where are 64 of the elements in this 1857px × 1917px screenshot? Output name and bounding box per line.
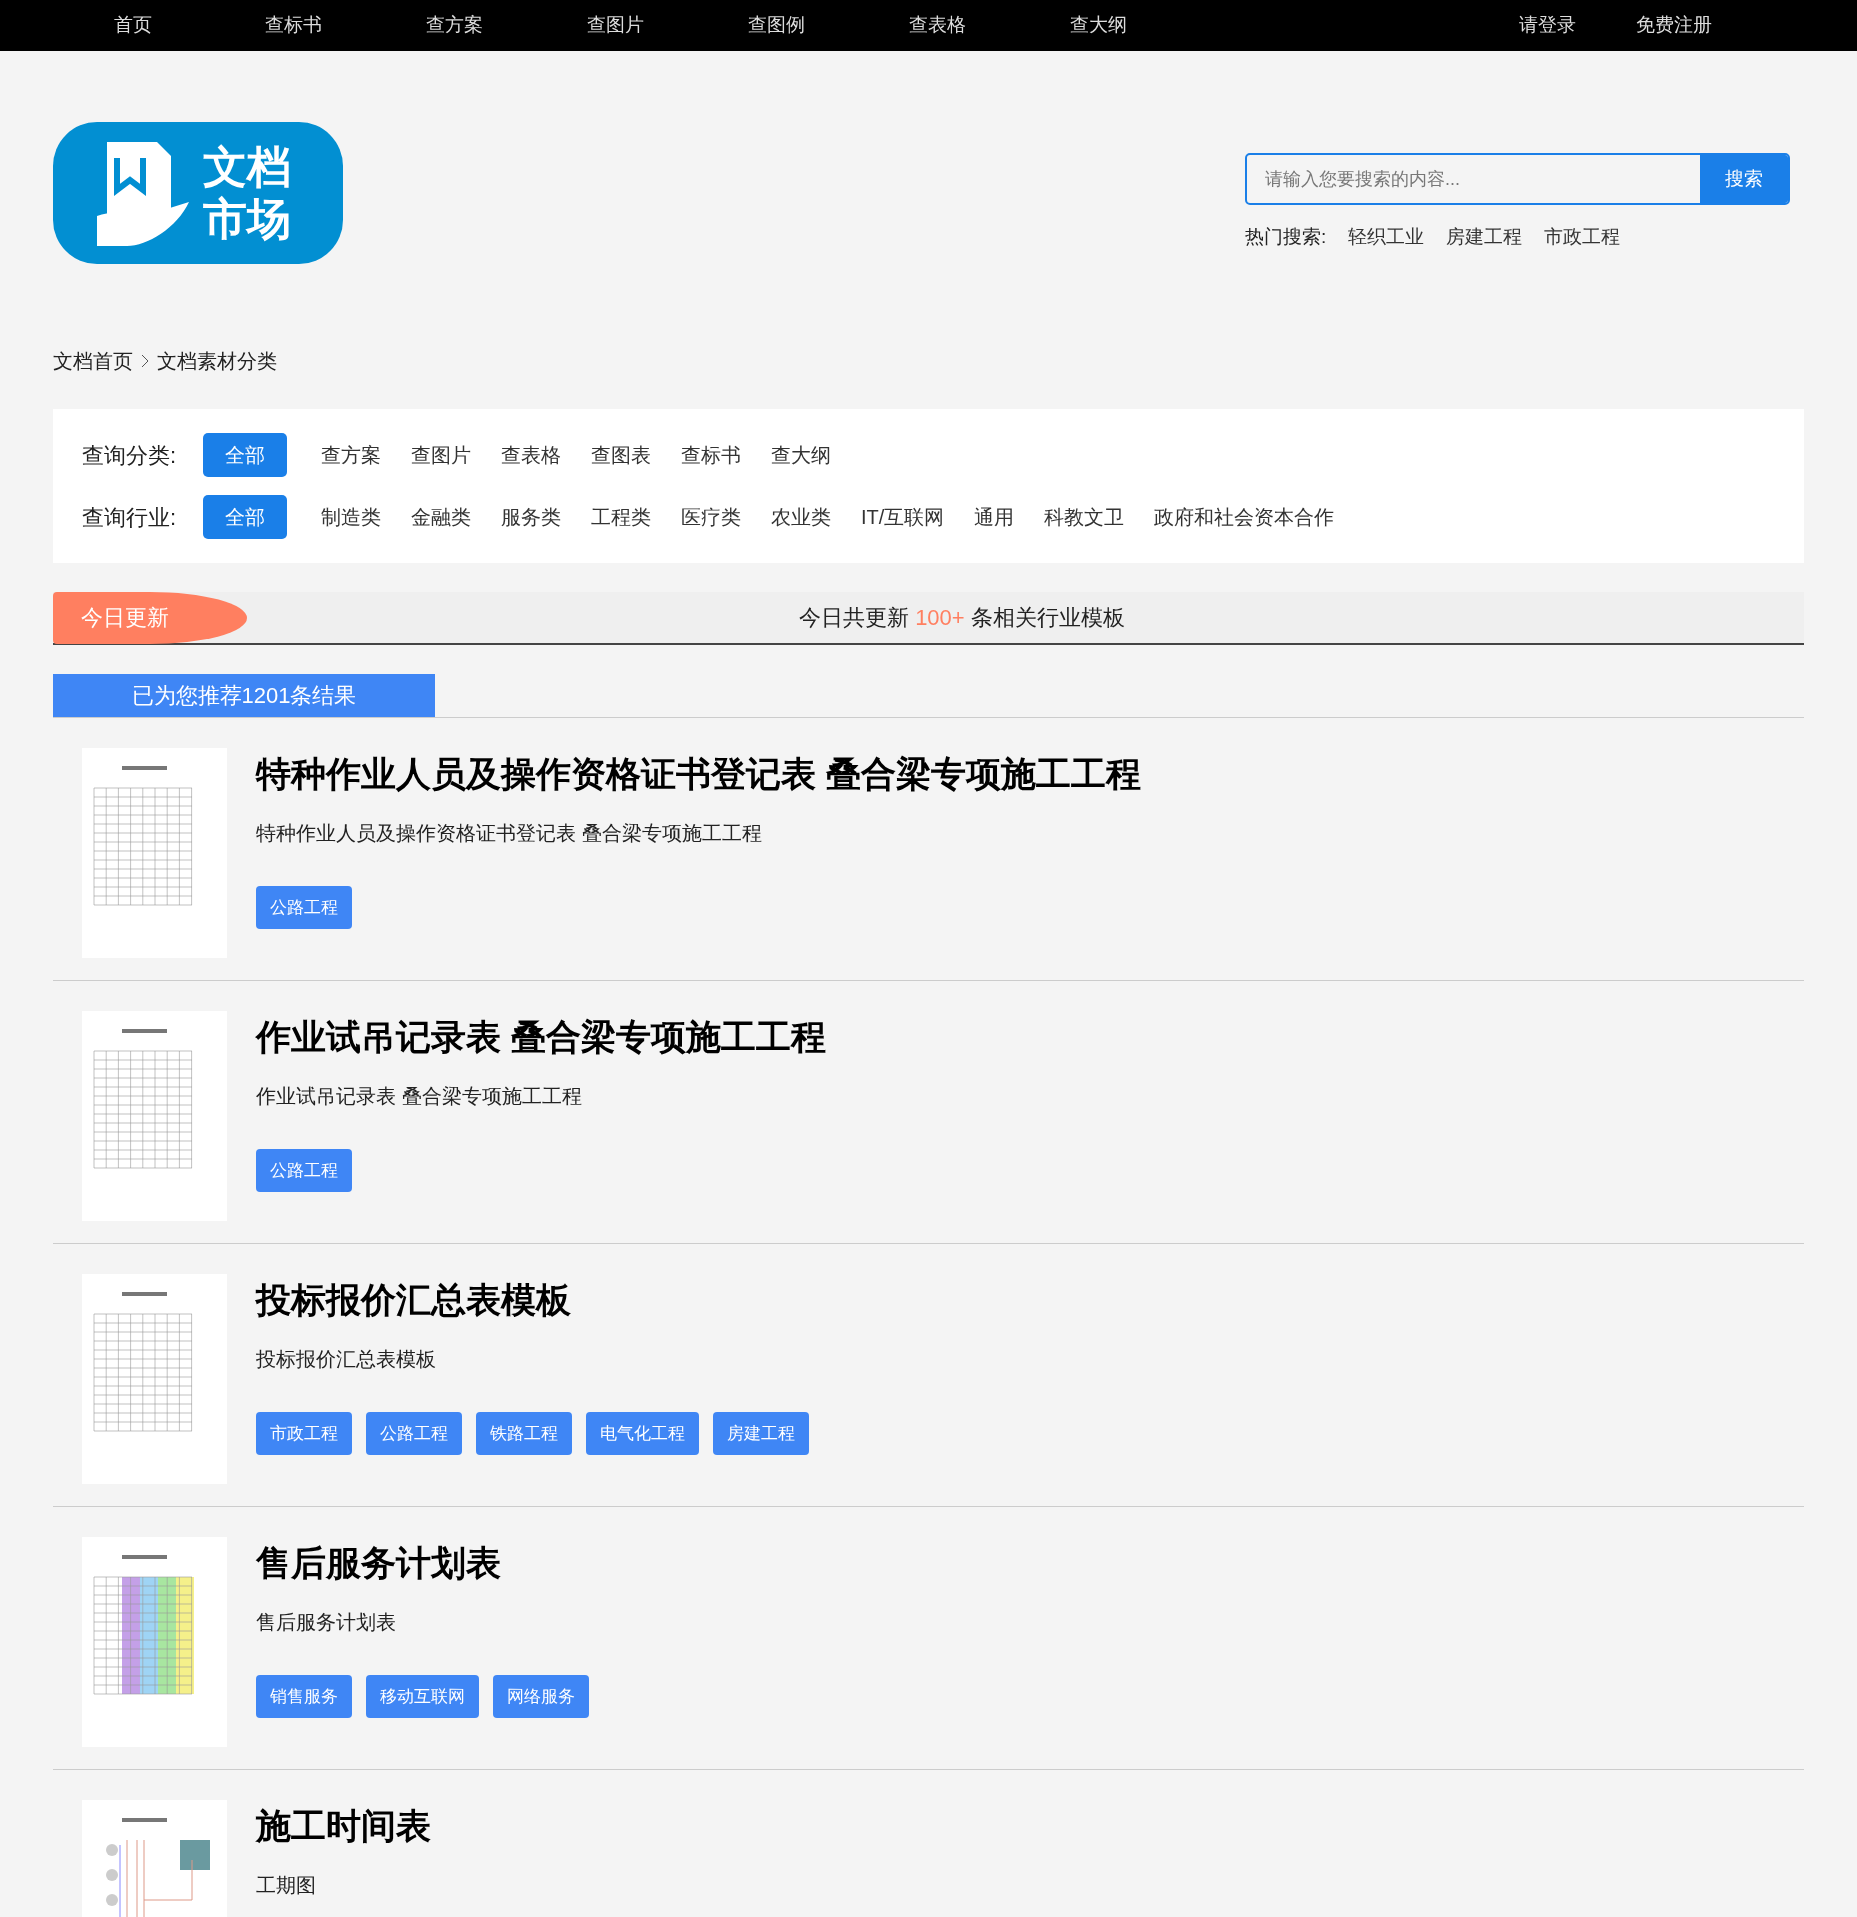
nav-link[interactable]: 查图例 [696,11,857,40]
search-field[interactable]: 请输入您要搜索的内容... 搜索 [1245,153,1790,205]
filter-option[interactable]: 查表格 [487,433,575,477]
filter-option[interactable]: 通用 [960,495,1029,539]
nav-link[interactable]: 查图片 [535,11,696,40]
filter-option[interactable]: 服务类 [487,495,575,539]
result-title[interactable]: 特种作业人员及操作资格证书登记表 叠合梁专项施工工程 [256,752,1141,796]
tag[interactable]: 公路工程 [256,1149,352,1192]
filter-option[interactable]: 查图片 [397,433,485,477]
filter-option[interactable]: 全部 [203,495,287,539]
filter-option[interactable]: 政府和社会资本合作 [1140,495,1349,539]
hot-search-link[interactable]: 轻织工业 [1348,223,1425,252]
nav-link[interactable]: 查标书 [213,11,374,40]
result-description: 作业试吊记录表 叠合梁专项施工工程 [256,1084,583,1109]
filter-option[interactable]: 制造类 [307,495,395,539]
filter-option[interactable]: 农业类 [757,495,845,539]
tag[interactable]: 市政工程 [256,1412,352,1455]
tag[interactable]: 销售服务 [256,1675,352,1718]
result-description: 投标报价汇总表模板 [256,1347,437,1372]
tag[interactable]: 电气化工程 [586,1412,699,1455]
result-title[interactable]: 作业试吊记录表 叠合梁专项施工工程 [256,1015,826,1059]
tag[interactable]: 移动互联网 [366,1675,479,1718]
logo-text: 文档 [203,141,291,193]
hot-search-label: 热门搜索: [1245,225,1327,249]
result-description: 售后服务计划表 [256,1610,397,1635]
filter-label: 查询分类: [82,441,178,470]
filter-option[interactable]: 全部 [203,433,287,477]
result-title[interactable]: 施工时间表 [256,1804,431,1848]
update-summary: 今日共更新 100+ 条相关行业模板 [799,604,1125,632]
tag[interactable]: 公路工程 [256,886,352,929]
filter-option[interactable]: 工程类 [577,495,665,539]
tag[interactable]: 房建工程 [713,1412,809,1455]
filter-option[interactable]: 查图表 [577,433,665,477]
result-description: 工期图 [256,1873,317,1898]
filter-option[interactable]: 查方案 [307,433,395,477]
hot-search-link[interactable]: 市政工程 [1544,223,1621,252]
account-link[interactable]: 请登录 [1519,11,1576,40]
today-update-badge: 今日更新 [53,591,247,644]
filter-option[interactable]: 医疗类 [667,495,755,539]
hot-search-link[interactable]: 房建工程 [1446,223,1523,252]
filter-option[interactable]: 查标书 [667,433,755,477]
result-title[interactable]: 售后服务计划表 [256,1541,589,1585]
tag[interactable]: 网络服务 [493,1675,589,1718]
logo[interactable]: 文档 市场 [53,122,343,264]
filter-option[interactable]: 查大纲 [757,433,845,477]
nav-link[interactable]: 首页 [52,11,213,40]
result-title[interactable]: 投标报价汇总表模板 [256,1278,809,1322]
filter-option[interactable]: 金融类 [397,495,485,539]
search-button[interactable]: 搜索 [1700,155,1788,203]
result-description: 特种作业人员及操作资格证书登记表 叠合梁专项施工工程 [256,821,763,846]
account-link[interactable]: 免费注册 [1636,11,1712,40]
filter-option[interactable]: 科教文卫 [1030,495,1139,539]
tag[interactable]: 公路工程 [366,1412,462,1455]
breadcrumb-link[interactable]: 文档首页 [53,346,133,376]
chevron-right-icon [141,354,149,368]
results-count-header: 已为您推荐1201条结果 [53,674,435,717]
breadcrumb-link[interactable]: 文档素材分类 [157,346,277,376]
logo-text: 市场 [203,193,291,245]
tag[interactable]: 铁路工程 [476,1412,572,1455]
filter-label: 查询行业: [82,503,178,532]
nav-link[interactable]: 查方案 [374,11,535,40]
nav-link[interactable]: 查大纲 [1018,11,1179,40]
nav-link[interactable]: 查表格 [857,11,1018,40]
filter-option[interactable]: IT/互联网 [847,495,959,539]
